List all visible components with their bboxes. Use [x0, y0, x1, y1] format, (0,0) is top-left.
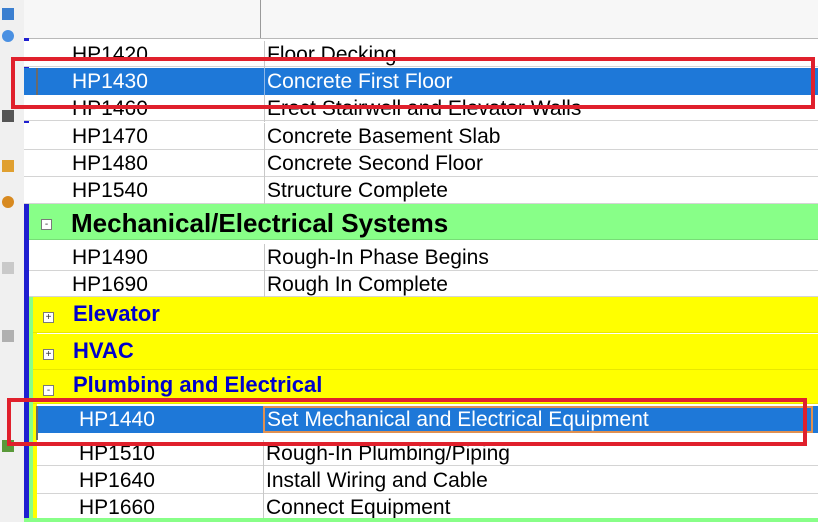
table-row[interactable]: HP1480 Concrete Second Floor	[24, 150, 818, 177]
edit-icon[interactable]	[2, 110, 14, 122]
column-header	[24, 0, 818, 39]
table-row[interactable]: HP1690 Rough In Complete	[29, 271, 818, 298]
wbs-group-mechanical-electrical[interactable]: - Mechanical/Electrical Systems	[29, 204, 818, 240]
activity-id: HP1470	[72, 125, 148, 148]
wbs-group-label: Plumbing and Electrical	[73, 372, 323, 397]
activity-id: HP1490	[72, 246, 148, 269]
activity-id: HP1540	[72, 179, 148, 202]
highlight-box	[11, 57, 815, 109]
activity-name: Rough In Complete	[264, 271, 817, 298]
expand-icon[interactable]: +	[43, 312, 54, 323]
table-row[interactable]: HP1660 Connect Equipment	[37, 494, 818, 521]
grid-icon[interactable]	[2, 330, 14, 342]
activity-id: HP1660	[79, 496, 155, 519]
activity-name: Install Wiring and Cable	[263, 467, 816, 494]
expand-icon[interactable]: +	[43, 349, 54, 360]
activity-id: HP1480	[72, 152, 148, 175]
wbs-group-label: Elevator	[73, 301, 160, 326]
wbs-group-label: HVAC	[73, 338, 134, 363]
wbs-level-band	[24, 518, 818, 522]
pin-icon[interactable]	[2, 196, 14, 208]
table-row[interactable]: HP1470 Concrete Basement Slab	[24, 123, 818, 150]
activity-name: Structure Complete	[264, 177, 817, 204]
document-icon[interactable]	[2, 8, 14, 20]
highlight-box	[7, 398, 807, 446]
table-row[interactable]: HP1540 Structure Complete	[24, 177, 818, 204]
column-separator[interactable]	[260, 0, 261, 38]
collapse-icon[interactable]: -	[41, 219, 52, 230]
tool-icon[interactable]	[2, 30, 14, 42]
activity-name: Concrete Basement Slab	[264, 123, 817, 150]
activity-name: Connect Equipment	[263, 494, 816, 521]
wbs-group-label: Mechanical/Electrical Systems	[71, 208, 449, 238]
activity-name: Rough-In Phase Begins	[264, 244, 817, 271]
table-row[interactable]: HP1640 Install Wiring and Cable	[37, 467, 818, 494]
wbs-group-elevator[interactable]: + Elevator	[33, 297, 818, 333]
wbs-group-hvac[interactable]: + HVAC	[33, 334, 818, 370]
collapse-icon[interactable]: -	[43, 385, 54, 396]
activity-name: Concrete Second Floor	[264, 150, 817, 177]
filter-icon[interactable]	[2, 160, 14, 172]
table-row[interactable]: HP1490 Rough-In Phase Begins	[29, 244, 818, 271]
activity-id: HP1690	[72, 273, 148, 296]
activity-id: HP1640	[79, 469, 155, 492]
shape-icon[interactable]	[2, 262, 14, 274]
